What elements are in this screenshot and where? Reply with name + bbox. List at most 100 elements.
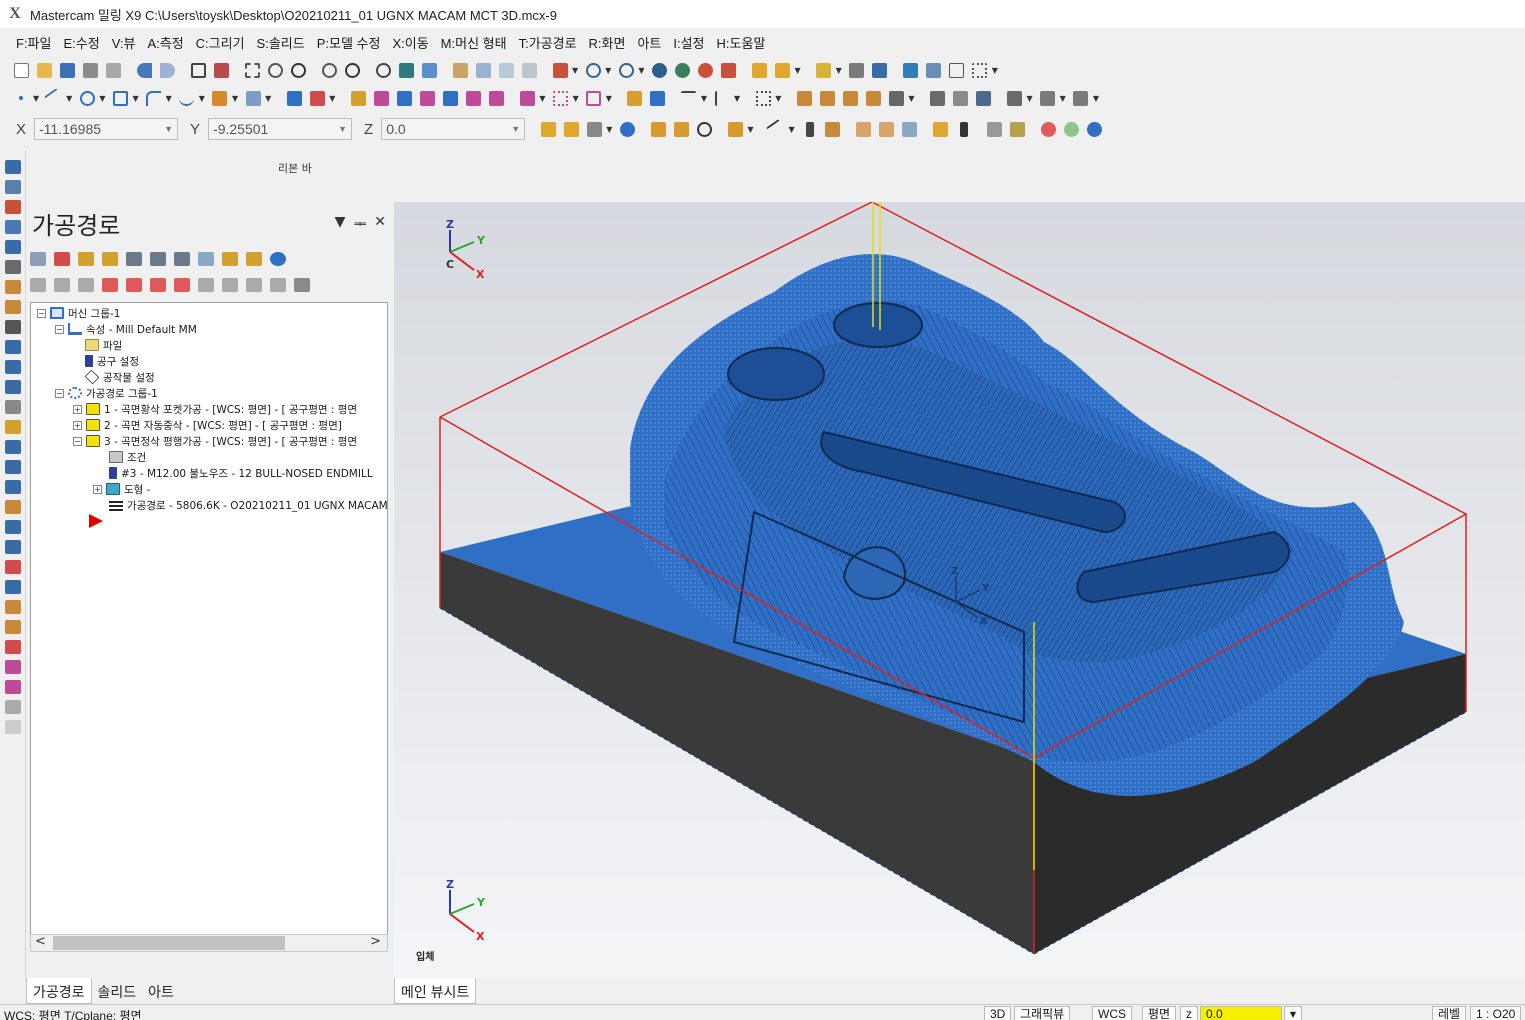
tree-stock-setup[interactable]: 공작물 설정 <box>84 369 155 385</box>
tab-toolpaths[interactable]: 가공경로 <box>26 978 92 1004</box>
scroll-arrow-icon[interactable] <box>174 278 190 292</box>
verify-ops-icon[interactable] <box>150 252 166 266</box>
pocket-icon[interactable] <box>793 87 815 109</box>
scroll-left-icon[interactable]: < <box>35 934 46 949</box>
face-icon[interactable] <box>816 87 838 109</box>
shade-red-icon[interactable] <box>694 59 716 81</box>
erase-icon[interactable] <box>5 700 21 714</box>
trim-icon[interactable] <box>283 87 305 109</box>
cursor-icon[interactable] <box>799 118 821 140</box>
ok-icon[interactable] <box>1061 118 1083 140</box>
viewport-canvas[interactable]: Z Y X C Z Y X Z Y X 입체 <box>394 202 1525 978</box>
calc-icon[interactable] <box>946 59 968 81</box>
deselect-ops-icon[interactable] <box>54 252 70 266</box>
fillet-icon[interactable] <box>143 87 165 109</box>
face-select-icon[interactable] <box>853 118 875 140</box>
layers-icon[interactable] <box>5 520 21 534</box>
gear-icon[interactable] <box>900 59 922 81</box>
z-coordinate-field[interactable]: 0.0 ▼ <box>381 118 526 140</box>
node-icon[interactable] <box>5 380 21 394</box>
fast-point-icon[interactable] <box>537 118 559 140</box>
stock-icon[interactable] <box>5 240 21 254</box>
lathe-icon[interactable] <box>5 320 21 334</box>
delete-entity-icon[interactable] <box>306 87 328 109</box>
point-icon[interactable] <box>10 87 32 109</box>
print-preview-icon[interactable] <box>102 59 124 81</box>
tree-expander[interactable]: − <box>37 308 46 318</box>
toolpath-manager-icon[interactable] <box>5 160 21 174</box>
fixture-icon[interactable] <box>5 620 21 634</box>
status-level-field[interactable]: 1 : O20 <box>1470 1006 1522 1020</box>
backplot-icon[interactable] <box>126 252 142 266</box>
chisel-icon[interactable] <box>5 480 21 494</box>
panel-pin-icon[interactable]: ᆍ <box>353 214 366 234</box>
wireframe-icon[interactable] <box>717 59 739 81</box>
tree-files[interactable]: 파일 <box>85 337 122 353</box>
dimension-horizontal-icon[interactable] <box>678 87 700 109</box>
surface-icon[interactable] <box>242 87 264 109</box>
scroll-thumb[interactable] <box>53 936 285 950</box>
tree-horizontal-scrollbar[interactable]: < > <box>30 934 388 952</box>
tree-parameters[interactable]: 조건 <box>109 449 146 465</box>
sphere-icon[interactable] <box>615 59 637 81</box>
tree-expander[interactable]: + <box>73 404 82 414</box>
surface-toolpath-icon[interactable] <box>5 280 21 294</box>
solid-box-icon[interactable] <box>885 87 907 109</box>
grid-icon[interactable] <box>550 87 572 109</box>
status-z-dropdown[interactable]: ▾ <box>1284 1006 1303 1020</box>
lock-icon[interactable] <box>30 278 46 292</box>
tree-properties[interactable]: − 속성 - Mill Default MM <box>55 321 197 337</box>
status-3d-button[interactable]: 3D <box>984 1006 1012 1020</box>
tool-library-icon[interactable] <box>5 580 21 594</box>
tab-art[interactable]: 아트 <box>142 978 180 1004</box>
post-ops-icon[interactable] <box>222 252 238 266</box>
brush-icon[interactable] <box>813 59 835 81</box>
regen-all-icon[interactable] <box>78 252 94 266</box>
pencil-icon[interactable] <box>748 59 770 81</box>
cancel-icon[interactable] <box>1038 118 1060 140</box>
insert-arrow-icon[interactable] <box>150 278 166 292</box>
dynamic-rotate-icon[interactable] <box>395 59 417 81</box>
menu-art[interactable]: 아트 <box>631 33 667 52</box>
tree-tool[interactable]: #3 - M12.00 불노우즈 - 12 BULL-NOSED ENDMILL <box>109 465 373 481</box>
solids-manager-icon[interactable] <box>5 180 21 194</box>
toggle-display-icon[interactable] <box>54 278 70 292</box>
globe-icon[interactable] <box>582 59 604 81</box>
autocursor-icon[interactable] <box>560 118 582 140</box>
menu-edit[interactable]: E:수정 <box>57 33 105 52</box>
wand-icon[interactable] <box>294 278 310 292</box>
scroll-right-icon[interactable]: > <box>370 934 381 949</box>
help-icon[interactable] <box>616 118 638 140</box>
xform-rotate-icon[interactable] <box>370 87 392 109</box>
spline-icon[interactable] <box>176 87 198 109</box>
chain-icon[interactable] <box>724 118 746 140</box>
pencil-multi-icon[interactable] <box>771 59 793 81</box>
multiaxis-icon[interactable] <box>5 340 21 354</box>
verify-sim-icon[interactable] <box>1037 87 1059 109</box>
table-icon[interactable] <box>5 440 21 454</box>
select-line-icon[interactable] <box>766 118 788 140</box>
surface-rough-icon[interactable] <box>950 87 972 109</box>
panel-close-icon[interactable]: ✕ <box>374 214 386 234</box>
art-manager-icon[interactable] <box>5 200 21 214</box>
menu-create[interactable]: C:그리기 <box>190 33 251 52</box>
undo-icon[interactable] <box>133 59 155 81</box>
move-down-icon[interactable] <box>102 278 118 292</box>
book-2-icon[interactable] <box>5 680 21 694</box>
shade-icon[interactable] <box>648 59 670 81</box>
zoom-out-icon[interactable] <box>341 59 363 81</box>
shade-green-icon[interactable] <box>671 59 693 81</box>
stock-box-icon[interactable] <box>5 600 21 614</box>
pointer-icon[interactable] <box>953 118 975 140</box>
menu-analyze[interactable]: A:측정 <box>141 33 189 52</box>
measure-icon[interactable] <box>869 59 891 81</box>
rotate-icon[interactable] <box>372 59 394 81</box>
tree-geometry[interactable]: + 도형 - <box>93 481 150 497</box>
ops-help-icon[interactable] <box>270 252 286 266</box>
x-coordinate-field[interactable]: -11.16985 ▼ <box>34 118 179 140</box>
xform-array-icon[interactable] <box>462 87 484 109</box>
zoom-icon[interactable] <box>287 59 309 81</box>
tool-delete-icon[interactable] <box>5 560 21 574</box>
g1-icon[interactable] <box>198 252 214 266</box>
view-front-icon[interactable] <box>472 59 494 81</box>
